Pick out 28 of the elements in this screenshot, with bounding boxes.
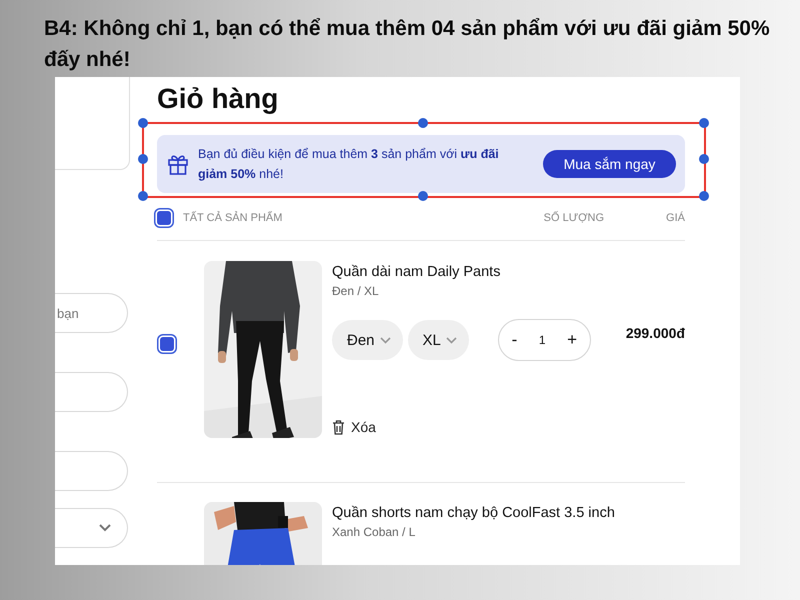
option-dropdown[interactable]: XL	[408, 320, 469, 360]
checkbox[interactable]	[157, 211, 171, 225]
checkbox[interactable]	[160, 337, 174, 351]
quantity-value: 1	[538, 333, 546, 347]
column-header: SỐ LƯỢNG	[544, 212, 604, 224]
select-all-label: TẤT CẢ SẢN PHẨM	[183, 212, 282, 224]
product-variant: Xanh Coban / L	[332, 524, 416, 541]
promo-text: Bạn đủ điều kiện để mua thêm 3 sản phẩm với ưu đãi giảm 50% nhé!	[198, 146, 500, 183]
cart-title: Giỏ hàng	[157, 83, 280, 115]
input-field[interactable]	[55, 451, 128, 491]
product-price: 299.000đ	[626, 325, 685, 341]
chevron-down-icon	[99, 524, 111, 532]
shop-now-button[interactable]: Mua sắm ngay	[543, 150, 676, 178]
input-field[interactable]: bạn	[55, 293, 128, 333]
input-field[interactable]	[55, 372, 128, 412]
trash-icon	[332, 420, 345, 434]
remove-button[interactable]: Xóa	[332, 419, 376, 435]
column-header: GIÁ	[666, 212, 685, 224]
product-variant: Đen / XL	[332, 283, 380, 300]
chevron-down-icon	[380, 336, 391, 344]
product-name[interactable]: Quần shorts nam chạy bộ CoolFast 3.5 inch	[332, 503, 685, 523]
option-dropdown[interactable]: Đen	[332, 320, 403, 360]
decrease-button[interactable]: -	[508, 330, 522, 350]
increase-button[interactable]: +	[563, 330, 582, 350]
caption-text: B4: Không chỉ 1, bạn có thể mua thêm 04 sản phẩm với ưu đãi giảm 50% đấy nhé!	[44, 16, 771, 73]
product-name[interactable]: Quần dài nam Daily Pants	[332, 262, 685, 282]
chevron-down-icon	[446, 336, 457, 344]
select-field[interactable]	[55, 508, 128, 548]
